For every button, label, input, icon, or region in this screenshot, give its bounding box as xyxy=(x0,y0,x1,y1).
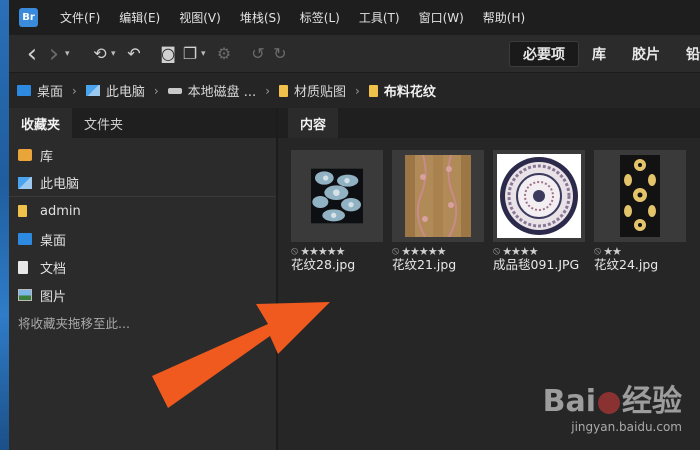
workspace-essentials[interactable]: 必要项 xyxy=(509,40,579,67)
forward-icon[interactable]: › xyxy=(43,39,65,69)
picture-icon xyxy=(18,289,32,301)
menu-stacks[interactable]: 堆栈(S) xyxy=(240,9,281,26)
reject-icon[interactable]: ⦸ xyxy=(291,244,298,258)
thumbnail-item[interactable]: ⦸ ★★★★★ 花纹21.jpg xyxy=(392,150,484,272)
watermark-url: jingyan.baidu.com xyxy=(571,420,682,434)
folder-icon xyxy=(279,84,288,97)
file-name: 花纹21.jpg xyxy=(392,257,457,272)
disk-icon xyxy=(167,87,182,94)
recent-history-icon[interactable]: ⟲ xyxy=(89,43,111,65)
workspace-switcher: 必要项 库 胶片 铅 xyxy=(509,35,700,72)
desktop-background xyxy=(0,0,9,450)
content-tabs: 内容 xyxy=(278,108,700,138)
thumbnail-image xyxy=(311,168,363,224)
camera-icon[interactable]: ◙ xyxy=(157,43,179,65)
workspace-library[interactable]: 库 xyxy=(579,41,619,67)
favorite-library[interactable]: 库 xyxy=(9,141,276,169)
tab-content[interactable]: 内容 xyxy=(288,108,339,138)
crumb-desktop[interactable]: 桌面 xyxy=(17,81,63,100)
chevron-down-icon[interactable]: ▾ xyxy=(65,49,77,59)
desktop-icon xyxy=(17,85,31,96)
chevron-down-icon[interactable]: ▾ xyxy=(111,49,123,59)
crumb-separator[interactable]: › xyxy=(154,84,159,98)
crumb-material-textures[interactable]: 材质贴图 xyxy=(279,81,346,100)
file-name: 花纹24.jpg xyxy=(594,257,659,272)
crumb-separator[interactable]: › xyxy=(265,84,270,98)
star-rating[interactable]: ⦸ ★★★★★ xyxy=(291,244,383,258)
thumbnail-image xyxy=(405,155,471,237)
thumbnail-frame[interactable] xyxy=(493,150,585,242)
folder-icon xyxy=(18,205,27,217)
back-icon[interactable]: ‹ xyxy=(21,39,43,69)
rotate-left-icon[interactable]: ↺ xyxy=(247,43,269,65)
copy-icon[interactable]: ❐ xyxy=(179,43,201,65)
pc-icon xyxy=(18,176,32,189)
toolbar: ‹ › ▾ ⟲ ▾ ↶ ◙ ❐ ▾ ⚙ ↺ ↻ 必要项 库 胶片 铅 xyxy=(9,35,700,72)
crumb-fabric-patterns[interactable]: 布料花纹 xyxy=(368,81,436,100)
crumb-separator[interactable]: › xyxy=(355,84,360,98)
chevron-down-icon[interactable]: ▾ xyxy=(201,49,213,59)
app-icon: Br xyxy=(19,8,38,27)
favorite-documents[interactable]: 文档 xyxy=(9,253,276,281)
left-tabs: 收藏夹 文件夹 xyxy=(9,108,276,138)
favorite-desktop[interactable]: 桌面 xyxy=(9,225,276,253)
menu-edit[interactable]: 编辑(E) xyxy=(119,9,160,26)
thumbnail-grid: ⦸ ★★★★★ 花纹28.jpg ⦸ ★★★★★ 花纹21.jpg ⦸ ★★★★… xyxy=(291,150,686,272)
favorite-admin[interactable]: admin xyxy=(9,197,276,225)
tab-folders[interactable]: 文件夹 xyxy=(72,108,135,138)
file-name: 成品毯091.JPG xyxy=(493,257,580,272)
menu-tools[interactable]: 工具(T) xyxy=(359,9,400,26)
desktop-icon xyxy=(18,233,32,245)
reject-icon[interactable]: ⦸ xyxy=(392,244,399,258)
thumbnail-image xyxy=(620,155,660,237)
file-name: 花纹28.jpg xyxy=(291,257,356,272)
thumbnail-frame[interactable] xyxy=(594,150,686,242)
reject-icon[interactable]: ⦸ xyxy=(493,244,500,258)
arrow-shape xyxy=(152,302,330,408)
menu-label[interactable]: 标签(L) xyxy=(300,9,340,26)
star-rating[interactable]: ⦸ ★★ xyxy=(594,244,686,258)
thumbnail-item[interactable]: ⦸ ★★★★ 成品毯091.JPG xyxy=(493,150,585,272)
pc-icon xyxy=(85,85,100,96)
crumb-local-disk[interactable]: 本地磁盘 ... xyxy=(167,81,256,100)
menu-bar: Br 文件(F) 编辑(E) 视图(V) 堆栈(S) 标签(L) 工具(T) 窗… xyxy=(9,0,700,35)
return-to-photoshop-icon[interactable]: ↶ xyxy=(123,43,145,65)
tab-favorites[interactable]: 收藏夹 xyxy=(9,108,73,138)
workspace-output[interactable]: 铅 xyxy=(673,41,700,67)
library-icon xyxy=(18,149,32,161)
star-rating[interactable]: ⦸ ★★★★ xyxy=(493,244,585,258)
menu-view[interactable]: 视图(V) xyxy=(179,9,221,26)
refine-icon[interactable]: ⚙ xyxy=(213,43,235,65)
paw-icon xyxy=(598,391,620,414)
annotation-arrow-icon xyxy=(152,302,330,408)
thumbnail-item[interactable]: ⦸ ★★ 花纹24.jpg xyxy=(594,150,686,272)
star-rating[interactable]: ⦸ ★★★★★ xyxy=(392,244,484,258)
workspace-filmstrip[interactable]: 胶片 xyxy=(619,41,673,67)
crumb-this-pc[interactable]: 此电脑 xyxy=(85,81,145,100)
menu-file[interactable]: 文件(F) xyxy=(60,9,100,26)
reject-icon[interactable]: ⦸ xyxy=(594,244,601,258)
rotate-right-icon[interactable]: ↻ xyxy=(269,43,291,65)
breadcrumb: 桌面 › 此电脑 › 本地磁盘 ... › 材质贴图 › 布料花纹 xyxy=(9,72,700,108)
watermark: Bai 经验 jingyan.baidu.com xyxy=(543,376,682,434)
menu-window[interactable]: 窗口(W) xyxy=(419,9,464,26)
document-icon xyxy=(18,260,28,274)
thumbnail-frame[interactable] xyxy=(291,150,383,242)
thumbnail-item[interactable]: ⦸ ★★★★★ 花纹28.jpg xyxy=(291,150,383,272)
folder-icon xyxy=(368,84,378,97)
thumbnail-image xyxy=(497,154,581,238)
favorite-this-pc[interactable]: 此电脑 xyxy=(9,169,276,197)
thumbnail-frame[interactable] xyxy=(392,150,484,242)
watermark-logo: Bai 经验 xyxy=(542,384,682,419)
crumb-separator[interactable]: › xyxy=(72,84,77,98)
menu-help[interactable]: 帮助(H) xyxy=(483,9,525,26)
